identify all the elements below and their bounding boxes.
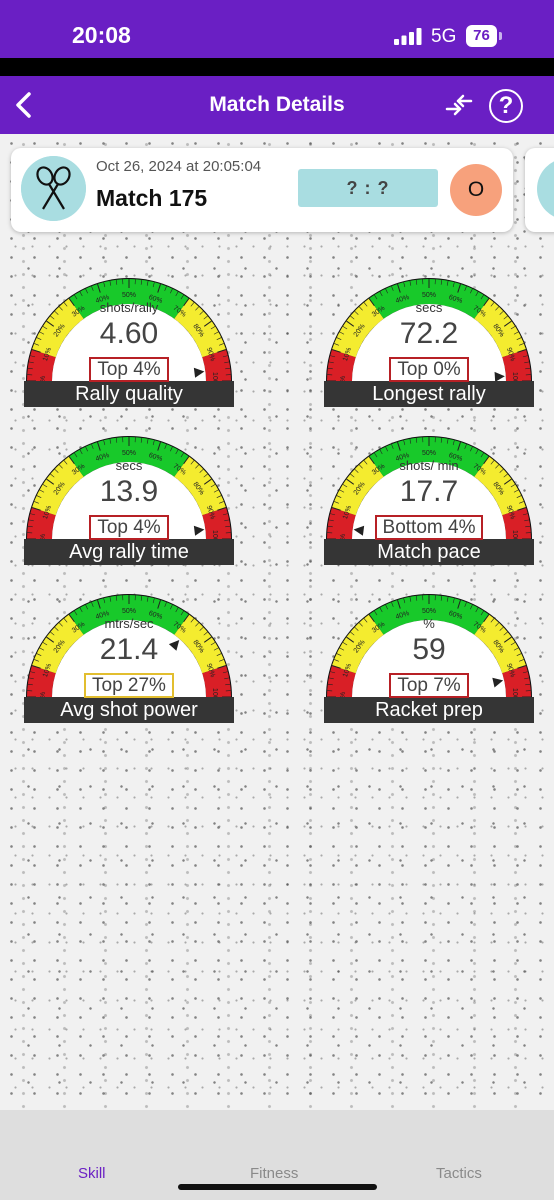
gauge-label: Match pace: [377, 541, 481, 563]
gauge-longest-rally[interactable]: 0%10%20%30%40%50%60%70%80%90%100%secs72.…: [324, 270, 534, 416]
gauge-label: Avg shot power: [60, 699, 198, 721]
gauge-rank-badge: Top 4%: [89, 515, 169, 540]
notch-band: [0, 58, 554, 76]
gauge-badge-wrap: Top 4%: [24, 357, 234, 382]
gauge-rank-badge: Top 4%: [89, 357, 169, 382]
gauge-value: 13.9: [99, 475, 159, 508]
match-date: Oct 26, 2024 at 20:05:04: [96, 158, 262, 175]
content-area: Oct 26, 2024 at 20:05:04 Match 175 ? : ?…: [0, 134, 554, 1110]
help-icon[interactable]: ?: [489, 89, 523, 123]
gauge-avg-shot-power[interactable]: 0%10%20%30%40%50%60%70%80%90%100%mtrs/se…: [24, 586, 234, 732]
status-bar: 20:08 5G 76: [0, 0, 554, 58]
status-time: 20:08: [72, 22, 131, 48]
gauge-tick-label: 50%: [422, 450, 436, 457]
match-card[interactable]: Oct 26, 2024 at 20:05:04 Match 175 ? : ?…: [11, 148, 513, 232]
gauge-tick-label: 50%: [122, 608, 136, 615]
gauge-tick-label: 50%: [122, 450, 136, 457]
tab-fitness[interactable]: Fitness: [250, 1165, 298, 1182]
gauge-badge-wrap: Top 27%: [24, 673, 234, 698]
opponent-avatar[interactable]: O: [450, 164, 502, 216]
gauge-badge-wrap: Top 0%: [324, 357, 534, 382]
gauge-rank-badge: Bottom 4%: [374, 515, 484, 540]
match-name: Match 175: [96, 185, 208, 211]
next-match-card[interactable]: [525, 148, 554, 232]
tab-skill[interactable]: Skill: [78, 1165, 106, 1182]
gauge-rank-badge: Top 0%: [389, 357, 469, 382]
gauge-label: Rally quality: [75, 383, 183, 405]
gauge-unit: shots/rally: [99, 300, 159, 315]
gauge-label: Racket prep: [375, 699, 483, 721]
gauge-unit: mtrs/sec: [104, 616, 154, 631]
gauge-rally-quality[interactable]: 0%10%20%30%40%50%60%70%80%90%100%shots/r…: [24, 270, 234, 416]
gauge-tick-label: 50%: [422, 292, 436, 299]
gauge-rank-badge: Top 27%: [84, 673, 174, 698]
gauge-unit: %: [423, 616, 435, 631]
gauge-racket-prep[interactable]: 0%10%20%30%40%50%60%70%80%90%100%%59Top …: [324, 586, 534, 732]
gauge-tick-label: 50%: [422, 608, 436, 615]
gauge-badge-wrap: Top 7%: [324, 673, 534, 698]
battery-tip: [499, 32, 502, 40]
gauge-label: Avg rally time: [69, 541, 189, 563]
battery-icon: 76: [466, 25, 497, 47]
gauge-badge-wrap: Bottom 4%: [324, 515, 534, 540]
score-box[interactable]: ? : ?: [298, 169, 438, 207]
home-indicator: [178, 1184, 377, 1190]
gauge-match-pace[interactable]: 0%10%20%30%40%50%60%70%80%90%100%shots/ …: [324, 428, 534, 574]
crossed-rackets-icon: [21, 156, 86, 221]
signal-icon: [394, 28, 422, 45]
gauge-tick-label: 50%: [122, 292, 136, 299]
gauge-value: 72.2: [399, 317, 459, 350]
gauge-unit: secs: [415, 300, 443, 315]
network-type: 5G: [431, 26, 457, 47]
gauge-avg-rally-time[interactable]: 0%10%20%30%40%50%60%70%80%90%100%secs13.…: [24, 428, 234, 574]
gauge-value: 59: [412, 633, 446, 666]
gauge-value: 17.7: [399, 475, 459, 508]
gauge-unit: secs: [115, 458, 143, 473]
gauge-value: 21.4: [99, 633, 159, 666]
nav-bar: Match Details ?: [0, 76, 554, 134]
compare-arrows-icon[interactable]: [444, 90, 474, 120]
gauge-label: Longest rally: [372, 383, 486, 405]
tab-tactics[interactable]: Tactics: [436, 1165, 482, 1182]
next-match-avatar: [537, 158, 554, 220]
gauge-value: 4.60: [99, 317, 159, 350]
gauge-badge-wrap: Top 4%: [24, 515, 234, 540]
gauge-rank-badge: Top 7%: [389, 673, 469, 698]
gauge-unit: shots/ min: [399, 458, 459, 473]
